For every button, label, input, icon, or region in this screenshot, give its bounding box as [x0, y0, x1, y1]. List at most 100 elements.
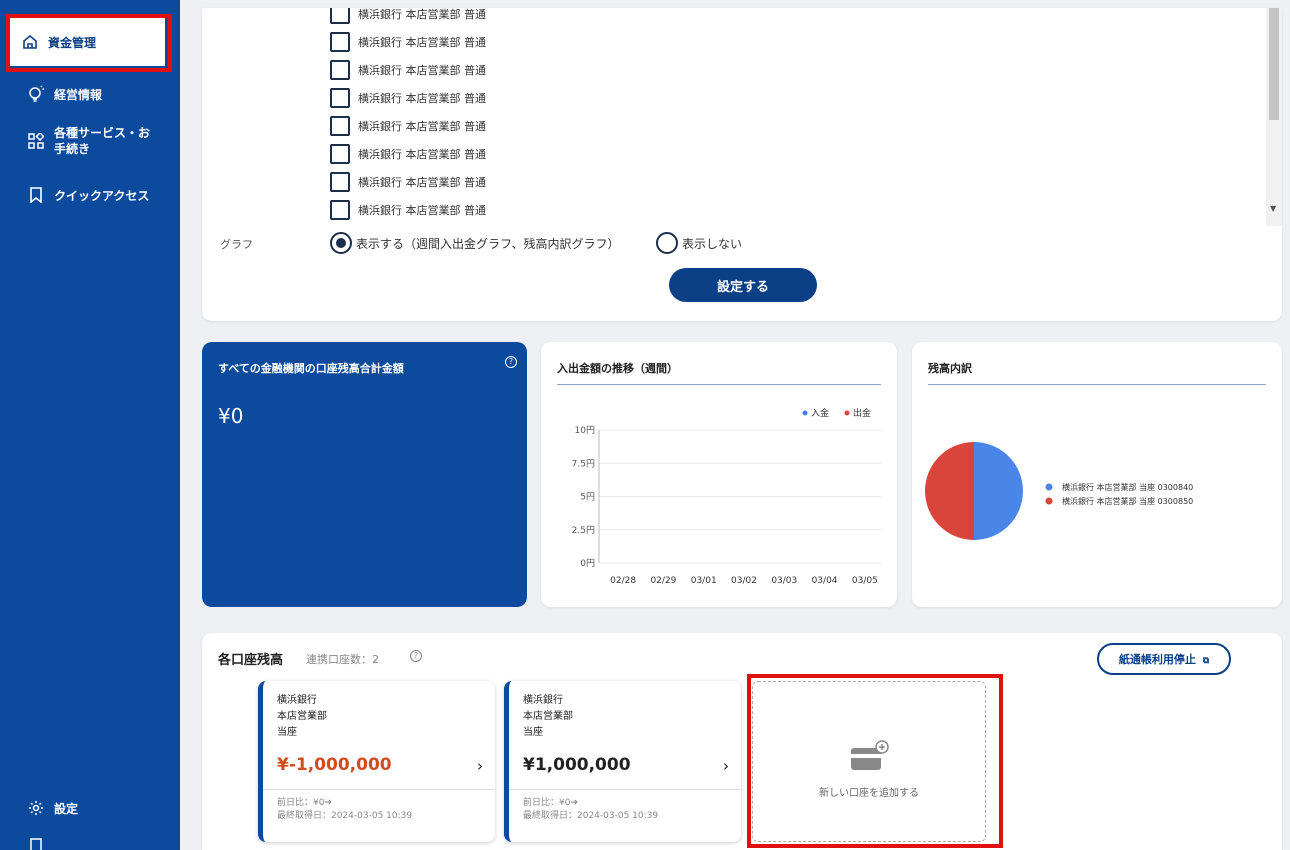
scroll-thumb[interactable]	[1269, 8, 1279, 120]
account-type: 当座	[523, 727, 543, 738]
checkbox[interactable]	[330, 116, 350, 136]
legend-label: 横浜銀行 本店営業部 当座 0300850	[1062, 496, 1193, 506]
checkbox[interactable]	[330, 60, 350, 80]
account-type: 当座	[277, 727, 297, 738]
total-balance-title: すべての金融機関の口座残高合計金額	[218, 362, 404, 375]
graph-label: グラフ	[220, 238, 253, 251]
sidebar-item-partial[interactable]	[10, 838, 170, 850]
branch-name: 本店営業部	[277, 711, 327, 722]
checkbox[interactable]	[330, 32, 350, 52]
list-item[interactable]: 横浜銀行 本店営業部 普通	[330, 168, 1270, 196]
legend-marker	[802, 410, 808, 416]
divider	[263, 789, 495, 790]
sidebar-item-quick-access[interactable]: クイックアクセス	[10, 183, 170, 207]
checkbox[interactable]	[330, 88, 350, 108]
branch-name: 本店営業部	[523, 711, 573, 722]
list-item[interactable]: 横浜銀行 本店営業部 普通	[330, 8, 1270, 28]
checkbox[interactable]	[330, 144, 350, 164]
highlight-box	[747, 674, 1003, 848]
grid-icon	[26, 131, 46, 151]
list-item[interactable]: 横浜銀行 本店営業部 普通	[330, 196, 1270, 224]
external-link-icon: ⧉	[1202, 656, 1210, 666]
sidebar-item-label-line1: 各種サービス・お	[54, 126, 151, 140]
y-tick-label: 10円	[575, 425, 595, 436]
legend-label: 入金	[811, 407, 829, 419]
bank-name: 横浜銀行	[523, 695, 563, 706]
apply-settings-button[interactable]: 設定する	[669, 268, 817, 302]
balance-breakdown-card: 残高内訳 横浜銀行 本店営業部 当座 0300840 横浜銀行 本店営業部 当座 …	[912, 342, 1282, 607]
radio-selected-icon[interactable]	[330, 232, 352, 254]
account-checkbox-list: 横浜銀行 本店営業部 普通 横浜銀行 本店営業部 普通 横浜銀行 本店営業部 普…	[330, 8, 1270, 226]
x-tick-label: 03/04	[812, 576, 838, 586]
radio-hide-graph[interactable]: 表示しない	[656, 232, 742, 254]
scroll-down-arrow-icon[interactable]: ▼	[1270, 204, 1276, 213]
display-settings-panel: 横浜銀行 本店営業部 普通 横浜銀行 本店営業部 普通 横浜銀行 本店営業部 普…	[202, 8, 1282, 321]
sidebar-item-label: 経営情報	[54, 87, 103, 102]
legend-marker	[1045, 483, 1053, 491]
bank-name: 横浜銀行	[277, 695, 317, 706]
document-icon	[26, 834, 46, 850]
trend-chart: 10円 7.5円 5円 2.5円 0円 02/28 02/29 03/01 03/02 03/03…	[572, 407, 881, 586]
total-balance-card: すべての金融機関の口座残高合計金額 ? ¥0	[202, 342, 527, 607]
sidebar-item-services[interactable]: 各種サービス・お 手続き	[10, 121, 170, 161]
sidebar-item-label: 各種サービス・お 手続き	[54, 125, 150, 157]
legend-label: 出金	[853, 407, 871, 419]
prev-day-change: 前日比：¥0➔	[277, 798, 332, 808]
checkbox[interactable]	[330, 200, 350, 220]
divider	[509, 789, 741, 790]
sidebar-item-label: 設定	[54, 801, 79, 816]
checkbox[interactable]	[330, 8, 350, 24]
x-tick-label: 02/28	[610, 576, 636, 586]
account-balances-section: 各口座残高 連携口座数：2 ? 紙通帳利用停止 ⧉ 横浜銀行 本店営業部 当座 …	[202, 633, 1282, 850]
x-tick-label: 03/01	[691, 576, 717, 586]
list-item[interactable]: 横浜銀行 本店営業部 普通	[330, 28, 1270, 56]
checkbox[interactable]	[330, 172, 350, 192]
trend-chart-card: 入出金額の推移（週間） 10円 7.5円 5円 2.5円 0円 02/28 02/29 03/…	[541, 342, 897, 607]
list-item[interactable]: 横浜銀行 本店営業部 普通	[330, 140, 1270, 168]
lightbulb-icon	[26, 84, 46, 104]
account-balance: ¥1,000,000	[523, 755, 631, 775]
y-tick-label: 7.5円	[572, 458, 595, 469]
highlight-box	[6, 14, 172, 72]
account-card[interactable]: 横浜銀行 本店営業部 当座 ¥-1,000,000 › 前日比：¥0➔ 最終取得…	[258, 681, 495, 842]
prev-day-change: 前日比：¥0➔	[523, 798, 578, 808]
account-card[interactable]: 横浜銀行 本店営業部 当座 ¥1,000,000 › 前日比：¥0➔ 最終取得日…	[504, 681, 741, 842]
account-balance: ¥-1,000,000	[277, 755, 392, 775]
pie-chart: 横浜銀行 本店営業部 当座 0300840 横浜銀行 本店営業部 当座 03008…	[925, 442, 1193, 540]
last-fetched: 最終取得日：2024-03-05 10:39	[523, 811, 659, 821]
pie-slice[interactable]	[925, 442, 974, 540]
help-icon[interactable]: ?	[505, 356, 517, 368]
pie-slice[interactable]	[974, 442, 1023, 540]
legend-marker	[1045, 497, 1053, 505]
radio-show-graph[interactable]: 表示する（週間入出金グラフ、残高内訳グラフ）	[330, 232, 620, 254]
help-icon[interactable]: ?	[410, 650, 422, 662]
x-tick-label: 03/03	[771, 576, 797, 586]
total-balance-amount: ¥0	[218, 404, 244, 428]
bookmark-icon	[26, 185, 46, 205]
list-item[interactable]: 横浜銀行 本店営業部 普通	[330, 84, 1270, 112]
linked-count: 連携口座数：2	[306, 653, 379, 666]
section-title: 各口座残高	[218, 653, 284, 668]
y-tick-label: 2.5円	[572, 525, 595, 536]
chevron-right-icon[interactable]: ›	[723, 757, 729, 775]
chevron-right-icon[interactable]: ›	[477, 757, 483, 775]
legend-marker	[844, 410, 850, 416]
radio-unselected-icon[interactable]	[656, 232, 678, 254]
sidebar-item-label: クイックアクセス	[54, 188, 150, 203]
sidebar-item-management[interactable]: 経営情報	[10, 82, 170, 106]
x-tick-label: 02/29	[650, 576, 676, 586]
list-item[interactable]: 横浜銀行 本店営業部 普通	[330, 112, 1270, 140]
legend-label: 横浜銀行 本店営業部 当座 0300840	[1062, 482, 1193, 492]
gear-icon	[26, 798, 46, 818]
y-tick-label: 5円	[580, 492, 595, 503]
stop-paper-passbook-button[interactable]: 紙通帳利用停止 ⧉	[1097, 643, 1231, 675]
x-tick-label: 03/05	[852, 576, 878, 586]
sidebar-item-settings[interactable]: 設定	[10, 796, 170, 820]
x-tick-label: 03/02	[731, 576, 757, 586]
scrollbar[interactable]: ▼	[1266, 8, 1282, 226]
list-item[interactable]: 横浜銀行 本店営業部 普通	[330, 56, 1270, 84]
sidebar: 資金管理 経営情報 各種サービス・お 手続き クイックアクセス 設定	[0, 0, 180, 850]
y-tick-label: 0円	[580, 558, 595, 569]
last-fetched: 最終取得日：2024-03-05 10:39	[277, 811, 413, 821]
sidebar-item-label-line2: 手続き	[54, 142, 91, 156]
